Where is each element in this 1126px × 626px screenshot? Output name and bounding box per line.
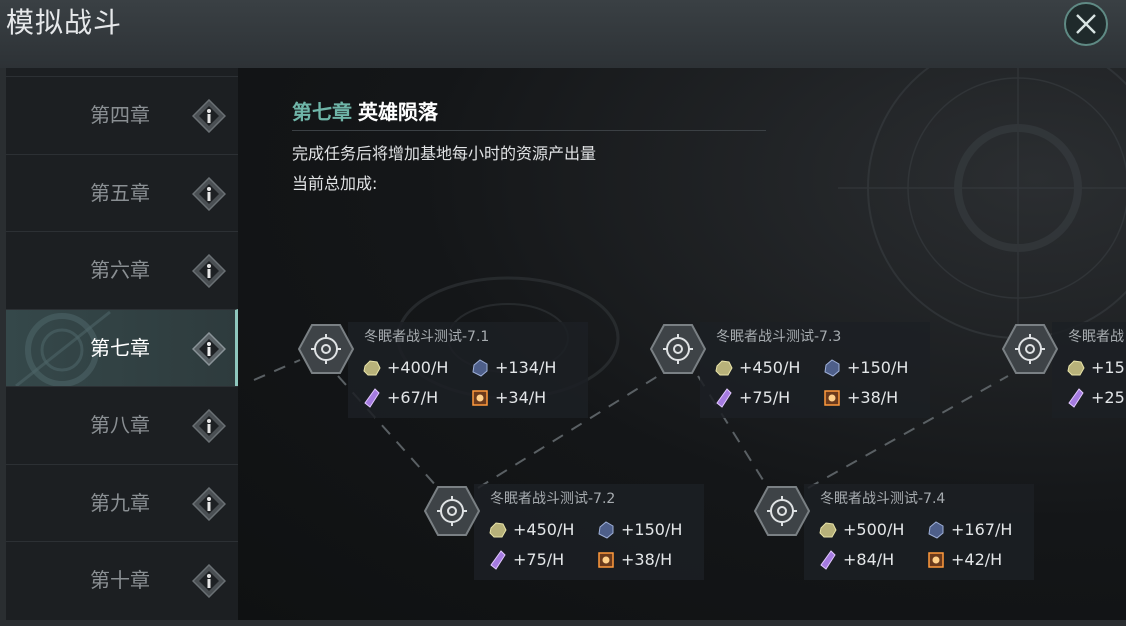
sidebar-item-label: 第十章 [90,568,150,592]
close-icon [1076,14,1096,34]
gem-icon [824,359,840,377]
ore-icon [715,360,733,376]
sidebar-item-chapter-10[interactable]: 第十章 [6,541,238,618]
mission-target-icon[interactable] [298,324,354,374]
mission-node-7-2[interactable]: 冬眠者战斗测试-7.2 +450/H +150/H +75/H +38/H [424,484,714,580]
sidebar-item-chapter-5[interactable]: 第五章 [6,154,238,231]
sidebar-item-chapter-9[interactable]: 第九章 [6,464,238,541]
chapter-sidebar: 第四章 第五章 第六章 第七章 第八章 第九章 第十章 [6,68,238,620]
mission-name: 冬眠者战斗测试-7.3 [716,329,842,345]
sidebar-item-chapter-6[interactable]: 第六章 [6,231,238,308]
close-button[interactable] [1064,2,1108,46]
mission-node-7-3[interactable]: 冬眠者战斗测试-7.3 +450/H +150/H +75/H +38/H [650,322,940,418]
crystal-icon [490,550,506,570]
window-title: 模拟战斗 [6,6,123,39]
sidebar-item-chapter-7[interactable]: 第七章 [6,309,238,387]
crystal-icon [364,388,380,408]
core-icon [598,552,614,568]
title-bar: 模拟战斗 [0,0,1126,68]
ore-icon [1067,360,1085,376]
mission-target-icon[interactable] [754,486,810,536]
mission-node-7-1[interactable]: 冬眠者战斗测试-7.1 +400/H +134/H +67/H +34/H [298,322,588,418]
ore-icon [363,360,381,376]
crystal-icon [820,550,836,570]
sidebar-item-chapter-4[interactable]: 第四章 [6,76,238,153]
info-diamond-icon [192,254,226,288]
core-icon [928,552,944,568]
info-diamond-icon [192,564,226,598]
core-icon [472,390,488,406]
mission-name: 冬眠者战斗测试-7.4 [820,491,946,507]
ore-icon [819,522,837,538]
sidebar-item-label: 第七章 [90,336,150,360]
mission-node-partial[interactable]: 冬眠者战 +15 +25 [1002,322,1126,418]
sidebar-item-label: 第六章 [90,258,150,282]
mission-node-7-4[interactable]: 冬眠者战斗测试-7.4 +500/H +167/H +84/H +42/H [754,484,1044,580]
mission-target-icon[interactable] [1002,324,1058,374]
crystal-icon [1068,388,1084,408]
sidebar-item-label: 第五章 [90,181,150,205]
info-diamond-icon [192,177,226,211]
gem-icon [472,359,488,377]
sidebar-item-label: 第八章 [90,413,150,437]
gem-icon [928,521,944,539]
mission-target-icon[interactable] [424,486,480,536]
sidebar-item-label: 第九章 [90,491,150,515]
mission-target-icon[interactable] [650,324,706,374]
info-diamond-icon [192,409,226,443]
ore-icon [489,522,507,538]
chapter-detail-panel: 第七章 英雄陨落 完成任务后将增加基地每小时的资源产出量 当前总加成: 冬眠者战斗… [238,68,1126,620]
gem-icon [598,521,614,539]
sidebar-item-label: 第四章 [90,103,150,127]
info-diamond-icon [192,99,226,133]
mission-name: 冬眠者战斗测试-7.1 [364,329,490,345]
core-icon [824,390,840,406]
mission-name: 冬眠者战斗测试-7.2 [490,491,616,507]
sidebar-item-chapter-8[interactable]: 第八章 [6,386,238,463]
info-diamond-icon [192,332,226,366]
info-diamond-icon [192,487,226,521]
crystal-icon [716,388,732,408]
mission-name: 冬眠者战 [1068,329,1124,345]
